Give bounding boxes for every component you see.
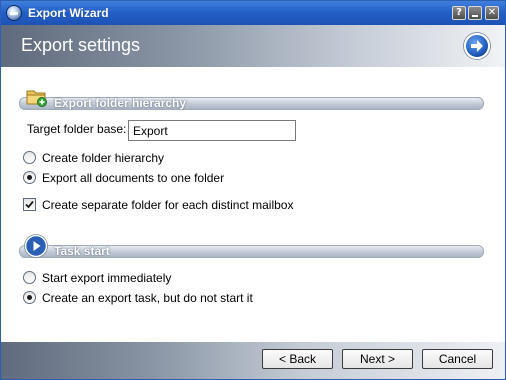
play-icon xyxy=(24,234,48,258)
radio-button-selected[interactable] xyxy=(23,171,36,184)
export-wizard-window: Export Wizard ? ✕ Export settings Export… xyxy=(0,0,506,380)
back-button[interactable]: < Back xyxy=(262,349,333,369)
radio-label: Create folder hierarchy xyxy=(42,151,165,165)
section-label-task-start: Task start xyxy=(54,244,110,258)
cancel-button[interactable]: Cancel xyxy=(422,349,493,369)
checkbox-label: Create separate folder for each distinct… xyxy=(42,198,294,212)
minimize-button[interactable] xyxy=(468,6,482,20)
checkbox[interactable] xyxy=(23,198,36,211)
help-button[interactable]: ? xyxy=(452,6,466,20)
radio-button-selected[interactable] xyxy=(23,291,36,304)
window-title: Export Wizard xyxy=(28,6,109,20)
section-label-export-folder-hierarchy: Export folder hierarchy xyxy=(54,96,187,110)
next-button[interactable]: Next > xyxy=(342,349,413,369)
radio-label: Start export immediately xyxy=(42,271,172,285)
title-bar[interactable]: Export Wizard ? ✕ xyxy=(1,1,505,25)
target-folder-label: Target folder base: xyxy=(27,122,127,136)
radio-label: Create an export task, but do not start … xyxy=(42,291,253,305)
arrow-right-icon xyxy=(464,33,490,59)
folder-add-icon xyxy=(26,90,47,107)
page-title: Export settings xyxy=(21,35,141,55)
radio-button[interactable] xyxy=(23,151,36,164)
close-button[interactable]: ✕ xyxy=(485,6,499,20)
radio-label: Export all documents to one folder xyxy=(42,171,225,185)
app-icon xyxy=(6,5,22,21)
radio-button[interactable] xyxy=(23,271,36,284)
target-folder-input[interactable] xyxy=(128,120,296,141)
header-band: Export settings xyxy=(1,25,505,67)
